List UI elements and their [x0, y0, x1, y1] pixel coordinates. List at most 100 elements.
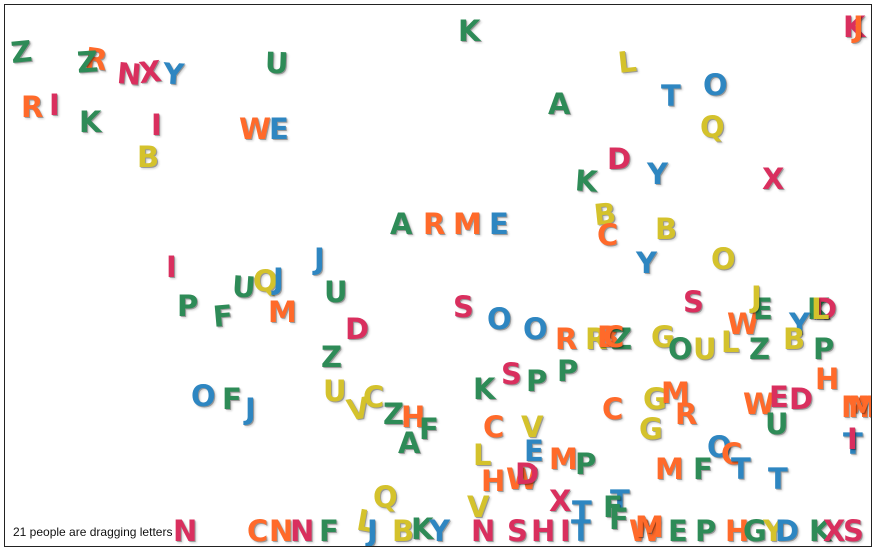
letter-magnet-b[interactable]: B [137, 143, 159, 172]
letter-magnet-z[interactable]: Z [76, 44, 99, 79]
letter-magnet-a[interactable]: A [398, 429, 420, 458]
letter-magnet-o[interactable]: O [487, 305, 512, 334]
letter-magnet-n[interactable]: N [290, 517, 314, 546]
letter-magnet-x[interactable]: X [762, 165, 784, 194]
letter-magnet-k[interactable]: K [574, 163, 599, 198]
letter-magnet-m[interactable]: M [453, 210, 482, 239]
letter-magnet-i[interactable]: I [49, 91, 60, 120]
letter-magnet-d[interactable]: D [515, 460, 539, 489]
letter-magnet-e[interactable]: E [668, 517, 688, 546]
letter-magnet-k[interactable]: K [79, 108, 101, 137]
letter-magnet-j[interactable]: J [853, 13, 864, 42]
letter-magnet-m[interactable]: M [848, 393, 871, 422]
letter-magnet-x[interactable]: X [137, 54, 163, 90]
letter-magnet-r[interactable]: R [675, 400, 697, 429]
letter-magnet-p[interactable]: P [526, 367, 547, 396]
letter-magnet-j[interactable]: J [245, 395, 256, 424]
letter-magnet-e[interactable]: E [269, 115, 289, 144]
letter-magnet-c[interactable]: C [363, 383, 384, 412]
letter-magnet-u[interactable]: U [693, 335, 717, 364]
letter-magnet-g[interactable]: G [639, 415, 663, 444]
letter-magnet-w[interactable]: W [239, 115, 271, 144]
letter-magnet-i[interactable]: I [151, 111, 162, 140]
letter-magnet-u[interactable]: U [765, 410, 789, 439]
letter-magnet-l[interactable]: L [616, 44, 638, 80]
letter-magnet-e[interactable]: E [489, 210, 509, 239]
letter-magnet-k[interactable]: K [473, 375, 495, 404]
letter-magnet-u[interactable]: U [323, 377, 347, 406]
letter-magnet-h[interactable]: H [815, 365, 839, 394]
letter-magnet-o[interactable]: O [523, 315, 548, 344]
letter-magnet-s[interactable]: S [501, 360, 522, 389]
letter-magnet-y[interactable]: Y [636, 249, 657, 278]
letter-magnet-t[interactable]: T [768, 465, 788, 494]
letter-magnet-u[interactable]: U [264, 46, 289, 81]
letter-magnet-y[interactable]: Y [429, 517, 450, 546]
letter-magnet-l[interactable]: L [811, 295, 829, 324]
letter-magnet-x[interactable]: X [823, 517, 845, 546]
letter-magnet-h[interactable]: H [531, 517, 555, 546]
letter-magnet-f[interactable]: F [609, 505, 629, 534]
letter-magnet-f[interactable]: F [419, 415, 439, 444]
letter-magnet-r[interactable]: R [423, 210, 445, 239]
status-text: 21 people are dragging letters [11, 524, 175, 540]
letter-magnet-k[interactable]: K [458, 17, 480, 46]
letter-magnet-o[interactable]: O [703, 71, 728, 100]
letter-magnet-z[interactable]: Z [9, 34, 33, 70]
letter-magnet-o[interactable]: O [668, 335, 693, 364]
letter-magnet-s[interactable]: S [683, 288, 704, 317]
letter-magnet-n[interactable]: N [471, 517, 495, 546]
letter-magnet-o[interactable]: O [711, 245, 736, 274]
letter-magnet-d[interactable]: D [607, 145, 631, 174]
letter-magnet-f[interactable]: F [212, 298, 235, 334]
letter-magnet-s[interactable]: S [843, 517, 864, 546]
letter-magnet-r[interactable]: R [555, 325, 577, 354]
letter-magnet-m[interactable]: M [549, 445, 578, 474]
letter-magnet-c[interactable]: C [602, 395, 623, 424]
letter-magnet-d[interactable]: D [775, 517, 799, 546]
letter-magnet-t[interactable]: T [661, 82, 681, 111]
letter-magnet-s[interactable]: S [507, 517, 528, 546]
letter-magnet-p[interactable]: P [557, 357, 578, 386]
letter-magnet-m[interactable]: M [655, 455, 684, 484]
letter-magnet-x[interactable]: X [549, 487, 571, 516]
letter-magnet-p[interactable]: P [177, 292, 198, 321]
letter-magnet-b[interactable]: B [783, 325, 805, 354]
letter-magnet-c[interactable]: C [597, 221, 618, 250]
letter-magnet-l[interactable]: L [721, 328, 739, 357]
letter-magnet-z[interactable]: Z [749, 335, 770, 364]
letter-magnet-p[interactable]: P [813, 335, 834, 364]
letter-magnet-q[interactable]: Q [700, 113, 725, 142]
letter-magnet-p[interactable]: P [695, 517, 716, 546]
letter-magnet-j[interactable]: J [314, 245, 325, 274]
letter-magnet-y[interactable]: Y [647, 160, 668, 189]
letter-magnet-f[interactable]: F [319, 517, 339, 546]
letter-magnet-p[interactable]: P [575, 450, 596, 479]
letter-magnet-f[interactable]: F [222, 385, 242, 414]
letter-magnet-c[interactable]: C [603, 323, 624, 352]
letter-magnet-b[interactable]: B [655, 215, 677, 244]
letter-magnet-r[interactable]: R [21, 93, 43, 122]
letter-magnet-m[interactable]: M [268, 298, 297, 327]
letter-magnet-t[interactable]: T [731, 455, 751, 484]
letter-magnet-u[interactable]: U [324, 278, 348, 307]
letter-magnet-o[interactable]: O [191, 382, 216, 411]
letter-magnet-i[interactable]: I [560, 517, 571, 546]
letter-magnet-s[interactable]: S [453, 293, 474, 322]
letter-magnet-i[interactable]: I [847, 425, 858, 454]
letter-magnet-c[interactable]: C [247, 517, 268, 546]
letter-magnet-y[interactable]: Y [162, 56, 185, 91]
letter-magnet-d[interactable]: D [345, 315, 369, 344]
letter-magnet-a[interactable]: A [548, 90, 570, 119]
letter-magnet-m[interactable]: M [635, 513, 664, 542]
letter-magnet-j[interactable]: J [751, 283, 762, 312]
letter-magnet-z[interactable]: Z [321, 343, 342, 372]
letter-magnet-j[interactable]: J [273, 265, 284, 294]
letter-magnet-a[interactable]: A [390, 210, 412, 239]
letter-magnet-n[interactable]: N [173, 517, 197, 546]
letter-board: ZRZNXYUKKJRIKIWEBLTOAQDKYXARMEBCBYJOIUQJ… [4, 4, 872, 547]
letter-magnet-i[interactable]: I [166, 253, 177, 282]
letter-magnet-j[interactable]: J [367, 517, 378, 546]
letter-magnet-d[interactable]: D [789, 385, 813, 414]
letter-magnet-t[interactable]: T [571, 517, 591, 546]
